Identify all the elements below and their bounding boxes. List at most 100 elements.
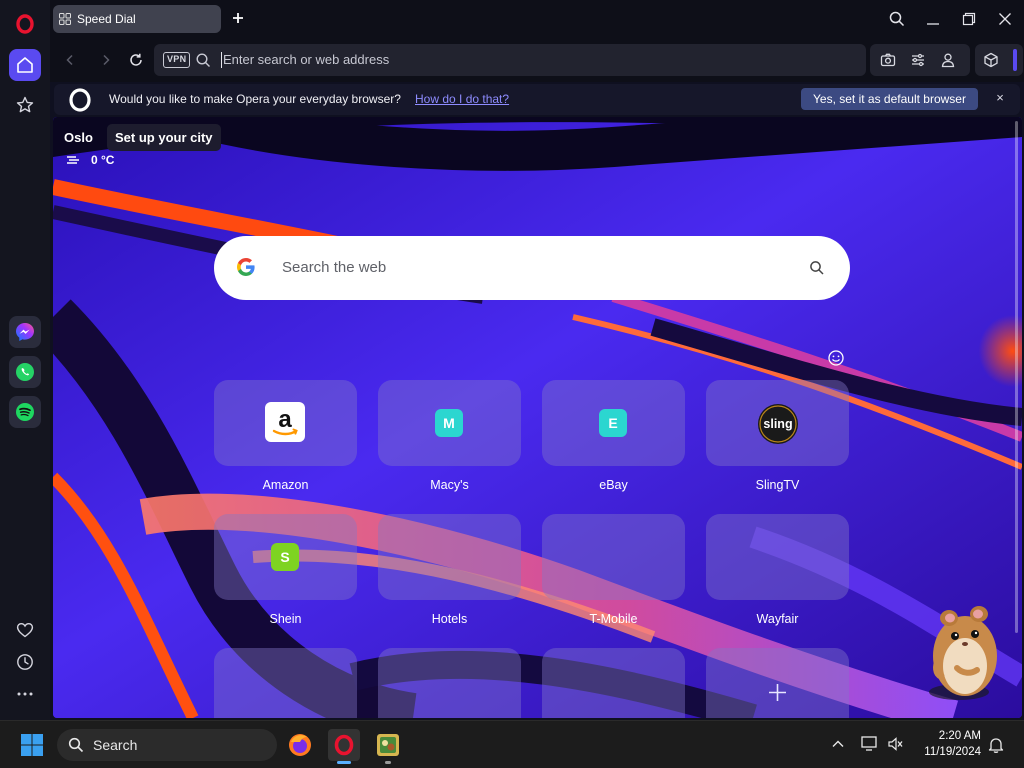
bookmarks-star-icon[interactable]	[9, 89, 41, 121]
tile-label-shein: Shein	[269, 612, 302, 626]
toolbar-actions	[870, 44, 970, 76]
page-scrollbar[interactable]	[1015, 121, 1018, 633]
tile-label-tmobile: T-Mobile	[589, 612, 638, 626]
notification-bell-icon[interactable]	[988, 736, 1004, 754]
ebay-letter-icon: E	[599, 409, 627, 437]
address-search-icon	[196, 53, 210, 67]
address-input[interactable]: Enter search or web address	[223, 52, 389, 67]
history-clock-icon[interactable]	[9, 646, 41, 678]
speed-dial-tile-macys[interactable]: M	[378, 380, 521, 466]
tile-label-ebay: eBay	[599, 478, 628, 492]
minimize-icon	[927, 23, 939, 25]
extensions-area	[975, 44, 1023, 76]
sidebar	[0, 0, 50, 720]
weather-temperature: 0 °C	[91, 153, 115, 167]
sidebar-toggle-indicator[interactable]	[1013, 49, 1017, 71]
speed-dial-tile-empty[interactable]	[542, 648, 685, 718]
easy-setup-sliders-icon[interactable]	[910, 52, 926, 68]
tab-title: Speed Dial	[77, 12, 136, 26]
speed-dial-tile-empty[interactable]	[378, 648, 521, 718]
close-icon	[999, 13, 1011, 25]
speed-dial-tile-tmobile[interactable]	[542, 514, 685, 600]
text-caret	[221, 52, 222, 68]
tab-speed-dial[interactable]: Speed Dial	[53, 5, 221, 33]
minimize-button[interactable]	[920, 6, 946, 32]
taskbar-search-label: Search	[93, 737, 138, 753]
forward-button[interactable]	[96, 50, 116, 70]
extensions-cube-icon[interactable]	[983, 52, 999, 68]
forward-arrow-icon	[103, 54, 110, 66]
opera-logo-icon	[69, 88, 91, 112]
hamster-sticker-image[interactable]	[919, 592, 1005, 704]
close-prompt-button[interactable]: ×	[992, 90, 1008, 108]
opera-active-indicator	[337, 761, 351, 764]
messenger-icon[interactable]	[9, 316, 41, 348]
taskbar-search-icon	[68, 737, 84, 753]
game-running-indicator	[385, 761, 391, 764]
back-button[interactable]	[60, 50, 80, 70]
restore-icon	[962, 12, 976, 26]
speed-dial-tile-ebay[interactable]: E	[542, 380, 685, 466]
tile-label-amazon: Amazon	[262, 478, 309, 492]
set-default-browser-button[interactable]: Yes, set it as default browser	[801, 88, 978, 110]
address-bar[interactable]: VPN Enter search or web address	[154, 44, 866, 76]
close-window-button[interactable]	[992, 6, 1018, 32]
back-arrow-icon	[66, 54, 73, 66]
reload-icon	[130, 53, 142, 66]
city-setup-tooltip[interactable]: Set up your city	[107, 124, 221, 151]
heart-icon[interactable]	[9, 614, 41, 646]
tab-search-button[interactable]	[884, 6, 910, 32]
new-tab-button[interactable]	[228, 8, 248, 28]
whatsapp-icon[interactable]	[9, 356, 41, 388]
amazon-logo-letter: a	[278, 406, 292, 433]
windows-start-icon[interactable]	[16, 729, 48, 761]
web-search-box[interactable]: Search the web	[214, 236, 850, 300]
tile-label-wayfair: Wayfair	[756, 612, 799, 626]
game-app-icon[interactable]	[372, 729, 404, 761]
speed-dial-page: Oslo Set up your city 0 °C Search the we…	[53, 117, 1022, 718]
speed-dial-tile-amazon[interactable]: a	[214, 380, 357, 466]
amazon-logo-icon: a	[265, 402, 305, 442]
vpn-badge[interactable]: VPN	[163, 52, 191, 68]
sling-logo-text: sling	[763, 417, 792, 431]
speed-dial-tile-wayfair[interactable]	[706, 514, 849, 600]
toolbar: VPN Enter search or web address	[50, 38, 1024, 82]
network-monitor-icon[interactable]	[861, 736, 879, 752]
clock-time[interactable]: 2:20 AM	[919, 730, 981, 742]
prompt-message: Would you like to make Opera your everyd…	[109, 92, 401, 106]
weather-fog-icon	[67, 156, 79, 164]
more-dots-icon[interactable]	[9, 678, 41, 710]
speed-dial-tile-shein[interactable]: S	[214, 514, 357, 600]
home-icon[interactable]	[9, 49, 41, 81]
speed-dial-tile-empty[interactable]	[214, 648, 357, 718]
show-hidden-icons-chevron-up-icon[interactable]	[831, 737, 845, 751]
speed-dial-tile-slingtv[interactable]: sling	[706, 380, 849, 466]
volume-muted-icon[interactable]	[887, 736, 905, 752]
speed-dial-grid-icon	[59, 13, 71, 25]
profile-user-icon[interactable]	[940, 52, 956, 68]
restore-button[interactable]	[956, 6, 982, 32]
add-speed-dial-button[interactable]	[706, 648, 849, 718]
snapshot-camera-icon[interactable]	[880, 52, 896, 68]
how-to-link[interactable]: How do I do that?	[415, 92, 509, 106]
search-submit-icon[interactable]	[809, 260, 825, 276]
tile-label-macys: Macy's	[430, 478, 469, 492]
search-input[interactable]: Search the web	[282, 259, 386, 276]
default-browser-prompt: Would you like to make Opera your everyd…	[54, 84, 1020, 115]
feedback-smiley-icon[interactable]	[827, 349, 845, 367]
opera-menu-icon[interactable]	[9, 8, 41, 40]
plus-icon	[233, 13, 243, 23]
weather-city[interactable]: Oslo	[64, 130, 93, 145]
clock-date[interactable]: 11/19/2024	[915, 746, 981, 758]
spotify-icon[interactable]	[9, 396, 41, 428]
add-plus-icon	[769, 684, 786, 701]
title-bar: Speed Dial	[50, 0, 1024, 38]
reload-button[interactable]	[126, 50, 146, 70]
google-logo-icon	[237, 258, 255, 276]
taskbar-search[interactable]: Search	[57, 729, 277, 761]
macys-letter-icon: M	[435, 409, 463, 437]
firefox-app-icon[interactable]	[284, 729, 316, 761]
windows-taskbar: Search 2:20 AM 11/19/2024	[0, 720, 1024, 768]
speed-dial-tile-hotels[interactable]	[378, 514, 521, 600]
opera-app-icon[interactable]	[328, 729, 360, 761]
